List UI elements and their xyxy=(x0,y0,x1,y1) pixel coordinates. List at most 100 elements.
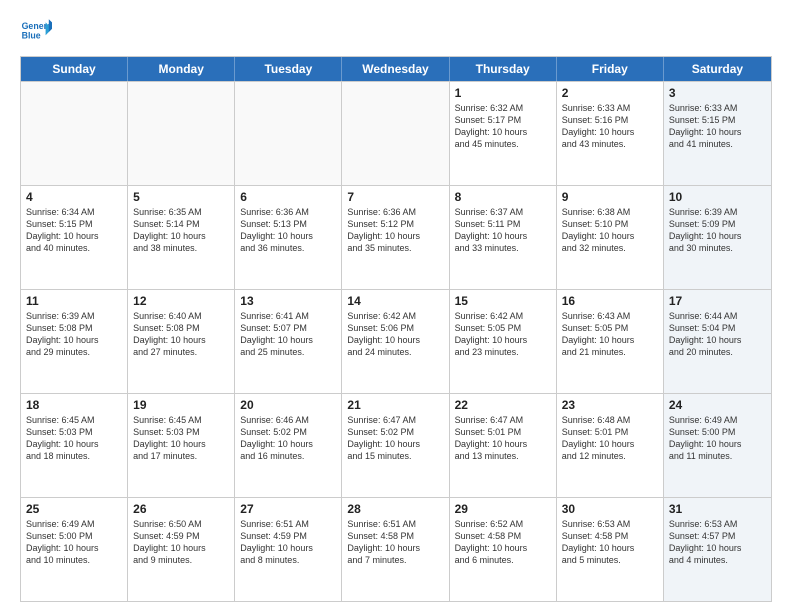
calendar-cell: 16 Sunrise: 6:43 AM Sunset: 5:05 PM Dayli… xyxy=(557,290,664,393)
day-info: Sunrise: 6:39 AM Sunset: 5:08 PM Dayligh… xyxy=(26,310,122,359)
day-number: 17 xyxy=(669,294,766,308)
day-info: Sunrise: 6:41 AM Sunset: 5:07 PM Dayligh… xyxy=(240,310,336,359)
day-number: 25 xyxy=(26,502,122,516)
header: General Blue xyxy=(20,16,772,48)
page: General Blue SundayMondayTuesdayWednesda… xyxy=(0,0,792,612)
day-number: 8 xyxy=(455,190,551,204)
weekday-header: Wednesday xyxy=(342,57,449,81)
day-info: Sunrise: 6:34 AM Sunset: 5:15 PM Dayligh… xyxy=(26,206,122,255)
calendar-cell: 18Sunrise: 6:45 AM Sunset: 5:03 PM Dayli… xyxy=(21,394,128,497)
day-info: Sunrise: 6:40 AM Sunset: 5:08 PM Dayligh… xyxy=(133,310,229,359)
calendar-row: 1 Sunrise: 6:32 AM Sunset: 5:17 PM Daylig… xyxy=(21,81,771,185)
calendar-cell: 11 Sunrise: 6:39 AM Sunset: 5:08 PM Dayli… xyxy=(21,290,128,393)
day-info: Sunrise: 6:45 AM Sunset: 5:03 PM Dayligh… xyxy=(133,414,229,463)
day-info: Sunrise: 6:35 AM Sunset: 5:14 PM Dayligh… xyxy=(133,206,229,255)
day-number: 24 xyxy=(669,398,766,412)
day-number: 31 xyxy=(669,502,766,516)
calendar-cell: 9 Sunrise: 6:38 AM Sunset: 5:10 PM Daylig… xyxy=(557,186,664,289)
day-info: Sunrise: 6:51 AM Sunset: 4:58 PM Dayligh… xyxy=(347,518,443,567)
calendar-cell: 22 Sunrise: 6:47 AM Sunset: 5:01 PM Dayli… xyxy=(450,394,557,497)
calendar-cell: 31 Sunrise: 6:53 AM Sunset: 4:57 PM Dayli… xyxy=(664,498,771,601)
calendar-cell: 27 Sunrise: 6:51 AM Sunset: 4:59 PM Dayli… xyxy=(235,498,342,601)
day-info: Sunrise: 6:51 AM Sunset: 4:59 PM Dayligh… xyxy=(240,518,336,567)
calendar-row: 25 Sunrise: 6:49 AM Sunset: 5:00 PM Dayli… xyxy=(21,497,771,601)
day-number: 1 xyxy=(455,86,551,100)
day-number: 20 xyxy=(240,398,336,412)
day-number: 10 xyxy=(669,190,766,204)
day-info: Sunrise: 6:47 AM Sunset: 5:01 PM Dayligh… xyxy=(455,414,551,463)
day-info: Sunrise: 6:44 AM Sunset: 5:04 PM Dayligh… xyxy=(669,310,766,359)
calendar-cell: 21 Sunrise: 6:47 AM Sunset: 5:02 PM Dayli… xyxy=(342,394,449,497)
calendar-cell xyxy=(235,82,342,185)
day-info: Sunrise: 6:46 AM Sunset: 5:02 PM Dayligh… xyxy=(240,414,336,463)
day-number: 13 xyxy=(240,294,336,308)
calendar-cell: 6 Sunrise: 6:36 AM Sunset: 5:13 PM Daylig… xyxy=(235,186,342,289)
day-number: 6 xyxy=(240,190,336,204)
day-number: 12 xyxy=(133,294,229,308)
calendar-cell xyxy=(21,82,128,185)
day-number: 21 xyxy=(347,398,443,412)
day-info: Sunrise: 6:32 AM Sunset: 5:17 PM Dayligh… xyxy=(455,102,551,151)
day-number: 4 xyxy=(26,190,122,204)
day-info: Sunrise: 6:38 AM Sunset: 5:10 PM Dayligh… xyxy=(562,206,658,255)
day-info: Sunrise: 6:47 AM Sunset: 5:02 PM Dayligh… xyxy=(347,414,443,463)
weekday-header: Friday xyxy=(557,57,664,81)
calendar-cell: 2 Sunrise: 6:33 AM Sunset: 5:16 PM Daylig… xyxy=(557,82,664,185)
calendar-cell: 19Sunrise: 6:45 AM Sunset: 5:03 PM Dayli… xyxy=(128,394,235,497)
day-number: 2 xyxy=(562,86,658,100)
day-info: Sunrise: 6:33 AM Sunset: 5:16 PM Dayligh… xyxy=(562,102,658,151)
calendar-cell: 14 Sunrise: 6:42 AM Sunset: 5:06 PM Dayli… xyxy=(342,290,449,393)
day-number: 15 xyxy=(455,294,551,308)
day-number: 23 xyxy=(562,398,658,412)
day-info: Sunrise: 6:53 AM Sunset: 4:58 PM Dayligh… xyxy=(562,518,658,567)
calendar-cell: 7Sunrise: 6:36 AM Sunset: 5:12 PM Daylig… xyxy=(342,186,449,289)
weekday-header: Saturday xyxy=(664,57,771,81)
day-info: Sunrise: 6:37 AM Sunset: 5:11 PM Dayligh… xyxy=(455,206,551,255)
calendar-cell: 8 Sunrise: 6:37 AM Sunset: 5:11 PM Daylig… xyxy=(450,186,557,289)
day-info: Sunrise: 6:50 AM Sunset: 4:59 PM Dayligh… xyxy=(133,518,229,567)
day-number: 28 xyxy=(347,502,443,516)
day-number: 5 xyxy=(133,190,229,204)
day-info: Sunrise: 6:39 AM Sunset: 5:09 PM Dayligh… xyxy=(669,206,766,255)
calendar-cell: 24 Sunrise: 6:49 AM Sunset: 5:00 PM Dayli… xyxy=(664,394,771,497)
calendar-cell: 28 Sunrise: 6:51 AM Sunset: 4:58 PM Dayli… xyxy=(342,498,449,601)
day-info: Sunrise: 6:53 AM Sunset: 4:57 PM Dayligh… xyxy=(669,518,766,567)
calendar: SundayMondayTuesdayWednesdayThursdayFrid… xyxy=(20,56,772,602)
day-info: Sunrise: 6:49 AM Sunset: 5:00 PM Dayligh… xyxy=(26,518,122,567)
weekday-header: Monday xyxy=(128,57,235,81)
calendar-header: SundayMondayTuesdayWednesdayThursdayFrid… xyxy=(21,57,771,81)
weekday-header: Tuesday xyxy=(235,57,342,81)
calendar-row: 18Sunrise: 6:45 AM Sunset: 5:03 PM Dayli… xyxy=(21,393,771,497)
logo-icon: General Blue xyxy=(20,16,52,48)
day-number: 27 xyxy=(240,502,336,516)
calendar-cell: 23 Sunrise: 6:48 AM Sunset: 5:01 PM Dayli… xyxy=(557,394,664,497)
logo: General Blue xyxy=(20,16,56,48)
calendar-cell: 12 Sunrise: 6:40 AM Sunset: 5:08 PM Dayli… xyxy=(128,290,235,393)
calendar-row: 4 Sunrise: 6:34 AM Sunset: 5:15 PM Daylig… xyxy=(21,185,771,289)
calendar-cell: 10 Sunrise: 6:39 AM Sunset: 5:09 PM Dayli… xyxy=(664,186,771,289)
day-number: 16 xyxy=(562,294,658,308)
day-number: 11 xyxy=(26,294,122,308)
day-info: Sunrise: 6:42 AM Sunset: 5:06 PM Dayligh… xyxy=(347,310,443,359)
day-number: 9 xyxy=(562,190,658,204)
calendar-cell: 13 Sunrise: 6:41 AM Sunset: 5:07 PM Dayli… xyxy=(235,290,342,393)
day-info: Sunrise: 6:43 AM Sunset: 5:05 PM Dayligh… xyxy=(562,310,658,359)
day-info: Sunrise: 6:36 AM Sunset: 5:13 PM Dayligh… xyxy=(240,206,336,255)
day-number: 14 xyxy=(347,294,443,308)
day-number: 26 xyxy=(133,502,229,516)
day-number: 7 xyxy=(347,190,443,204)
weekday-header: Thursday xyxy=(450,57,557,81)
calendar-cell xyxy=(128,82,235,185)
day-info: Sunrise: 6:45 AM Sunset: 5:03 PM Dayligh… xyxy=(26,414,122,463)
calendar-cell: 30 Sunrise: 6:53 AM Sunset: 4:58 PM Dayli… xyxy=(557,498,664,601)
calendar-cell: 4 Sunrise: 6:34 AM Sunset: 5:15 PM Daylig… xyxy=(21,186,128,289)
calendar-cell: 15Sunrise: 6:42 AM Sunset: 5:05 PM Dayli… xyxy=(450,290,557,393)
day-info: Sunrise: 6:48 AM Sunset: 5:01 PM Dayligh… xyxy=(562,414,658,463)
day-number: 30 xyxy=(562,502,658,516)
calendar-cell: 26 Sunrise: 6:50 AM Sunset: 4:59 PM Dayli… xyxy=(128,498,235,601)
calendar-cell: 3Sunrise: 6:33 AM Sunset: 5:15 PM Daylig… xyxy=(664,82,771,185)
day-number: 22 xyxy=(455,398,551,412)
calendar-cell: 25 Sunrise: 6:49 AM Sunset: 5:00 PM Dayli… xyxy=(21,498,128,601)
calendar-cell: 20 Sunrise: 6:46 AM Sunset: 5:02 PM Dayli… xyxy=(235,394,342,497)
day-info: Sunrise: 6:49 AM Sunset: 5:00 PM Dayligh… xyxy=(669,414,766,463)
